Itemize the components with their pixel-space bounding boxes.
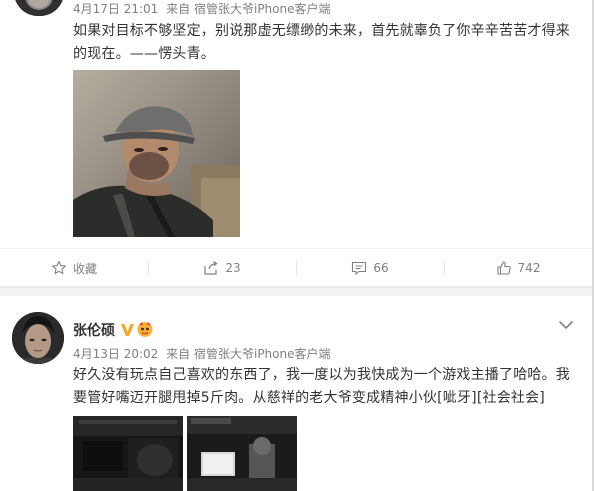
favorite-label: 收藏	[72, 261, 97, 276]
repost-button[interactable]: 23	[148, 249, 296, 287]
post-text-line: 要管好嘴迈开腿甩掉5斤肉。从慈祥的老大爷变成精神小伙[呲牙][社会社会]	[73, 390, 545, 406]
like-button[interactable]: 742	[444, 249, 592, 287]
post-text-line: 的现在。——愣头青。	[73, 46, 215, 62]
post-text-line: 好久没有玩点自己喜欢的东西了，我一度以为我快成为一个游戏主播了哈哈。我	[73, 367, 570, 383]
post-text: 好久没有玩点自己喜欢的东西了，我一度以为我快成为一个游戏主播了哈哈。我 要管好嘴…	[73, 364, 570, 410]
post-divider	[0, 286, 594, 296]
repost-icon	[203, 260, 219, 276]
post-meta: 4月13日 20:02 来自 宿管张大爷iPhone客户端	[73, 345, 331, 362]
post-meta: 4月17日 21:01 来自 宿管张大爷iPhone客户端	[73, 0, 331, 17]
source-prefix: 来自	[166, 2, 191, 16]
user-name[interactable]: 张伦硕	[73, 320, 115, 340]
member-badge-icon[interactable]	[136, 320, 154, 338]
chevron-down-icon[interactable]	[558, 316, 574, 330]
like-count: 742	[517, 261, 541, 275]
post-text: 如果对目标不够坚定，别说那虚无缥缈的未来，首先就辜负了你辛辛苦苦才得来 的现在。…	[73, 20, 570, 66]
verified-v-icon[interactable]	[120, 322, 135, 337]
post-photo[interactable]	[187, 416, 297, 491]
post-text-line: 如果对目标不够坚定，别说那虚无缥缈的未来，首先就辜负了你辛辛苦苦才得来	[73, 23, 570, 39]
source-prefix: 来自	[166, 347, 191, 361]
post-photo[interactable]	[73, 70, 240, 237]
avatar[interactable]	[12, 312, 64, 364]
post-source[interactable]: 宿管张大爷iPhone客户端	[194, 347, 331, 361]
repost-count: 23	[225, 261, 241, 275]
comment-count: 66	[373, 261, 389, 275]
thumbs-up-icon	[496, 260, 512, 276]
post-card: 4月17日 21:01 来自 宿管张大爷iPhone客户端 如果对目标不够坚定，…	[0, 0, 594, 284]
post-time[interactable]: 4月17日 21:01	[73, 2, 158, 16]
action-bar: 收藏 23 66 742	[0, 248, 594, 287]
avatar[interactable]	[14, 0, 64, 16]
comment-icon	[351, 260, 367, 276]
post-source[interactable]: 宿管张大爷iPhone客户端	[194, 2, 331, 16]
weibo-feed: 4月17日 21:01 来自 宿管张大爷iPhone客户端 如果对目标不够坚定，…	[0, 0, 594, 491]
post-card: 张伦硕 4月13日 20:02 来自 宿管张大爷iPhone客户端 好久没有玩点…	[0, 296, 594, 491]
comment-button[interactable]: 66	[296, 249, 444, 287]
post-time[interactable]: 4月13日 20:02	[73, 347, 158, 361]
post-photo[interactable]	[73, 416, 183, 491]
favorite-button[interactable]: 收藏	[0, 249, 148, 287]
star-icon	[51, 260, 67, 276]
